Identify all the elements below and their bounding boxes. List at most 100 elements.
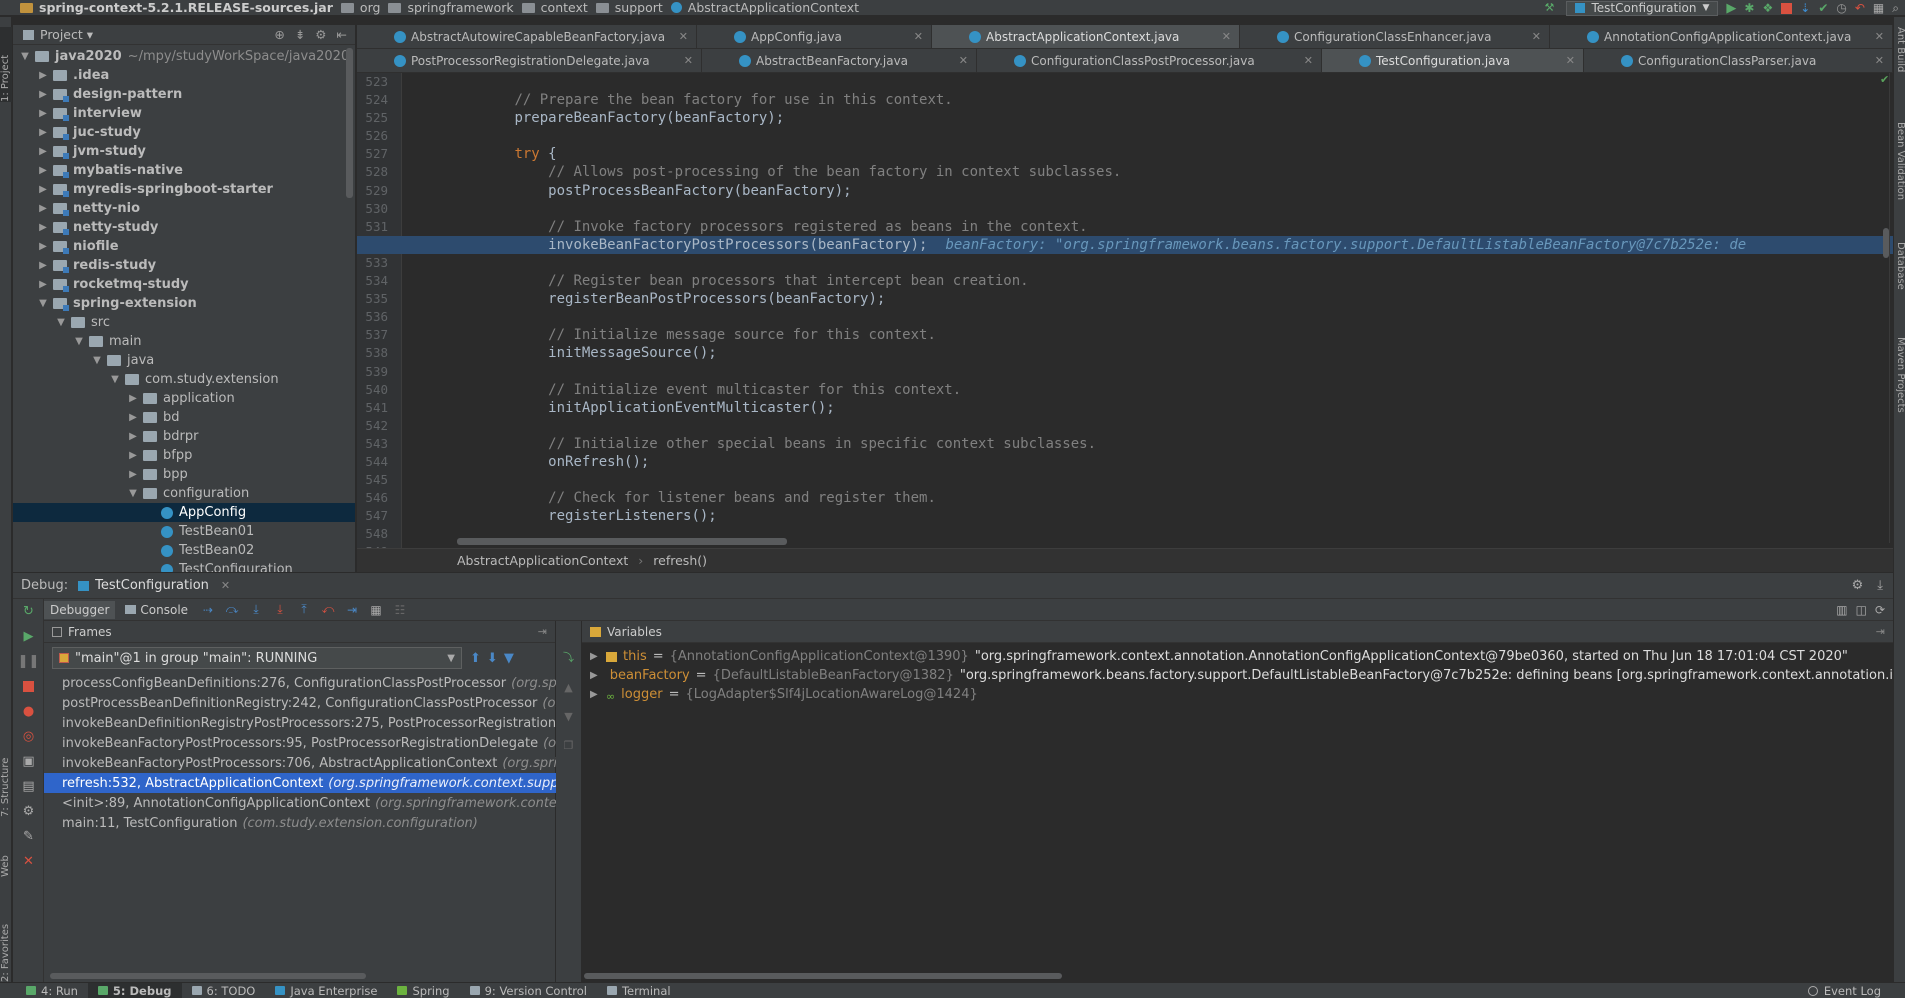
editor-tab[interactable]: AnnotationConfigApplicationContext.java ✕ [1550,25,1893,48]
nav-crumb-class[interactable]: AbstractApplicationContext [667,0,863,15]
project-scrollbar[interactable] [346,48,353,198]
tree-item[interactable]: ▼ com.study.extension [13,370,355,389]
code-line[interactable]: onRefresh(); [447,453,1893,471]
add-watch-icon[interactable]: ⤵ [563,649,574,665]
minimize-icon[interactable]: ⤓ [1877,578,1883,593]
code-line[interactable] [447,308,1893,326]
show-execution-point-button[interactable]: ⇢ [198,601,218,619]
force-step-into-button[interactable]: ⤓ [270,601,290,619]
editor-tab[interactable]: AbstractApplicationContext.java ✕ [932,25,1240,48]
run-icon[interactable]: ▶ [1726,1,1736,16]
tab-console[interactable]: Console [119,601,194,619]
close-icon[interactable]: ✕ [1875,30,1884,43]
close-icon[interactable]: ✕ [959,54,968,67]
stripe-web[interactable]: Web [0,837,12,877]
run-configuration-select[interactable]: TestConfiguration ▼ [1566,0,1719,16]
nav-crumb-springframework[interactable]: springframework [384,0,517,15]
stop-icon[interactable] [1781,2,1793,14]
stack-frame[interactable]: processConfigBeanDefinitions:276, Config… [44,673,556,693]
editor-tab[interactable]: TestConfiguration.java ✕ [1322,49,1584,72]
tree-item[interactable]: ▼ main [13,332,355,351]
close-icon[interactable]: ✕ [1875,54,1884,67]
nav-crumb-context[interactable]: context [518,0,592,15]
code-line[interactable]: // Check for listener beans and register… [447,489,1893,507]
tool-window-tab[interactable]: 4: Run [16,983,88,998]
collapsed-arrow-icon[interactable]: ▶ [37,108,49,119]
pin-icon[interactable]: ⇥ [1876,625,1893,638]
collapse-icon[interactable]: ⇟ [295,27,305,42]
structure-icon[interactable]: ▦ [1873,1,1884,15]
code-line[interactable]: // Initialize other special beans in spe… [447,435,1893,453]
code-line[interactable]: registerListeners(); [447,507,1893,525]
gear-icon[interactable]: ⚙ [315,27,326,42]
collapsed-arrow-icon[interactable]: ▶ [127,450,139,461]
variables-scrollbar[interactable] [584,973,1062,979]
code-line[interactable]: // Initialize event multicaster for this… [447,381,1893,399]
close-icon[interactable]: ✕ [1532,30,1541,43]
code-line[interactable]: // Allows post-processing of the bean fa… [447,163,1893,181]
frame-down-icon[interactable]: ⬇ [487,651,498,666]
tool-window-tab[interactable]: 9: Version Control [460,983,597,998]
stack-frame[interactable]: invokeBeanFactoryPostProcessors:95, Post… [44,733,556,753]
tree-item[interactable]: ▶ design-pattern [13,85,355,104]
code-line[interactable]: initMessageSource(); [447,344,1893,362]
history-icon[interactable]: ◷ [1836,1,1846,15]
collapsed-arrow-icon[interactable]: ▶ [590,651,600,662]
trace-button[interactable]: ☷ [390,601,410,619]
code-line[interactable]: try { [447,145,1893,163]
tool-window-tab[interactable]: 5: Debug [87,982,182,998]
stack-frame[interactable]: main:11, TestConfiguration (com.study.ext… [44,813,556,833]
code-line[interactable]: postProcessBeanFactory(beanFactory); [447,182,1893,200]
down-icon[interactable]: ▼ [564,710,572,723]
restore-layout-button[interactable]: ▤ [13,774,44,799]
expanded-arrow-icon[interactable]: ▼ [109,374,121,385]
code-line[interactable] [447,200,1893,218]
stack-frame[interactable]: invokeBeanDefinitionRegistryPostProcesso… [44,713,556,733]
tree-item[interactable]: ▶ bdrpr [13,427,355,446]
code-line[interactable]: prepareBeanFactory(beanFactory); [447,109,1893,127]
pause-button[interactable]: ❚❚ [13,649,44,674]
frame-up-icon[interactable]: ⬆ [470,651,481,666]
tool-window-tab[interactable]: Java Enterprise [265,983,387,998]
step-over-button[interactable]: ⤼ [222,601,242,619]
editor-vertical-scrollbar[interactable] [1883,228,1889,258]
revert-icon[interactable]: ↶ [1855,1,1865,15]
tree-item[interactable]: ▶ bfpp [13,446,355,465]
drop-frame-button[interactable]: ⤺ [318,601,338,619]
stripe-database[interactable]: Database [1894,242,1905,312]
code-line[interactable]: // Initialize message source for this co… [447,326,1893,344]
vcs-commit-icon[interactable]: ✔ [1818,1,1828,15]
expanded-arrow-icon[interactable]: ▼ [127,488,139,499]
editor-tab[interactable]: ConfigurationClassPostProcessor.java ✕ [977,49,1322,72]
collapsed-arrow-icon[interactable]: ▶ [590,670,598,681]
inspection-ok-icon[interactable]: ✔ [1880,73,1890,86]
nav-crumb-support[interactable]: support [592,0,667,15]
view-breakpoints-button[interactable]: ● [13,699,44,724]
evaluate-expression-button[interactable]: ▦ [366,601,386,619]
expanded-arrow-icon[interactable]: ▼ [19,51,31,62]
mute-breakpoints-button[interactable]: ◎ [13,724,44,749]
close-icon[interactable]: ✕ [1304,54,1313,67]
hide-panel-icon[interactable]: ⇤ [337,27,347,42]
expanded-arrow-icon[interactable]: ▼ [91,355,103,366]
stripe-favorites[interactable]: 2: Favorites [0,902,12,982]
close-session-button[interactable]: ✕ [13,849,44,874]
code-line[interactable]: registerBeanPostProcessors(beanFactory); [447,290,1893,308]
editor-tab[interactable]: PostProcessorRegistrationDelegate.java ✕ [357,49,702,72]
breadcrumb-method[interactable]: refresh() [653,553,707,568]
nav-crumb-jar[interactable]: spring-context-5.2.1.RELEASE-sources.jar [0,0,337,15]
stack-frame[interactable]: refresh:532, AbstractApplicationContext(… [44,773,556,793]
gear-icon[interactable]: ⚙ [1852,578,1864,593]
code-line[interactable] [447,254,1893,272]
collapsed-arrow-icon[interactable]: ▶ [127,431,139,442]
tool-window-tab[interactable]: 6: TODO [182,983,266,998]
tab-debugger[interactable]: Debugger [44,600,116,619]
tree-item[interactable]: ▼ spring-extension [13,294,355,313]
search-icon[interactable]: ⌕ [1892,1,1899,16]
variable-row[interactable]: ▶ ∞ logger = {LogAdapter$Slf4jLocationAwareL… [582,685,1893,704]
reload-icon[interactable]: ⟳ [1875,603,1885,617]
collapsed-arrow-icon[interactable]: ▶ [37,279,49,290]
tree-item[interactable]: ▶ bpp [13,465,355,484]
editor-horizontal-scrollbar[interactable] [457,538,787,545]
expanded-arrow-icon[interactable]: ▼ [73,336,85,347]
